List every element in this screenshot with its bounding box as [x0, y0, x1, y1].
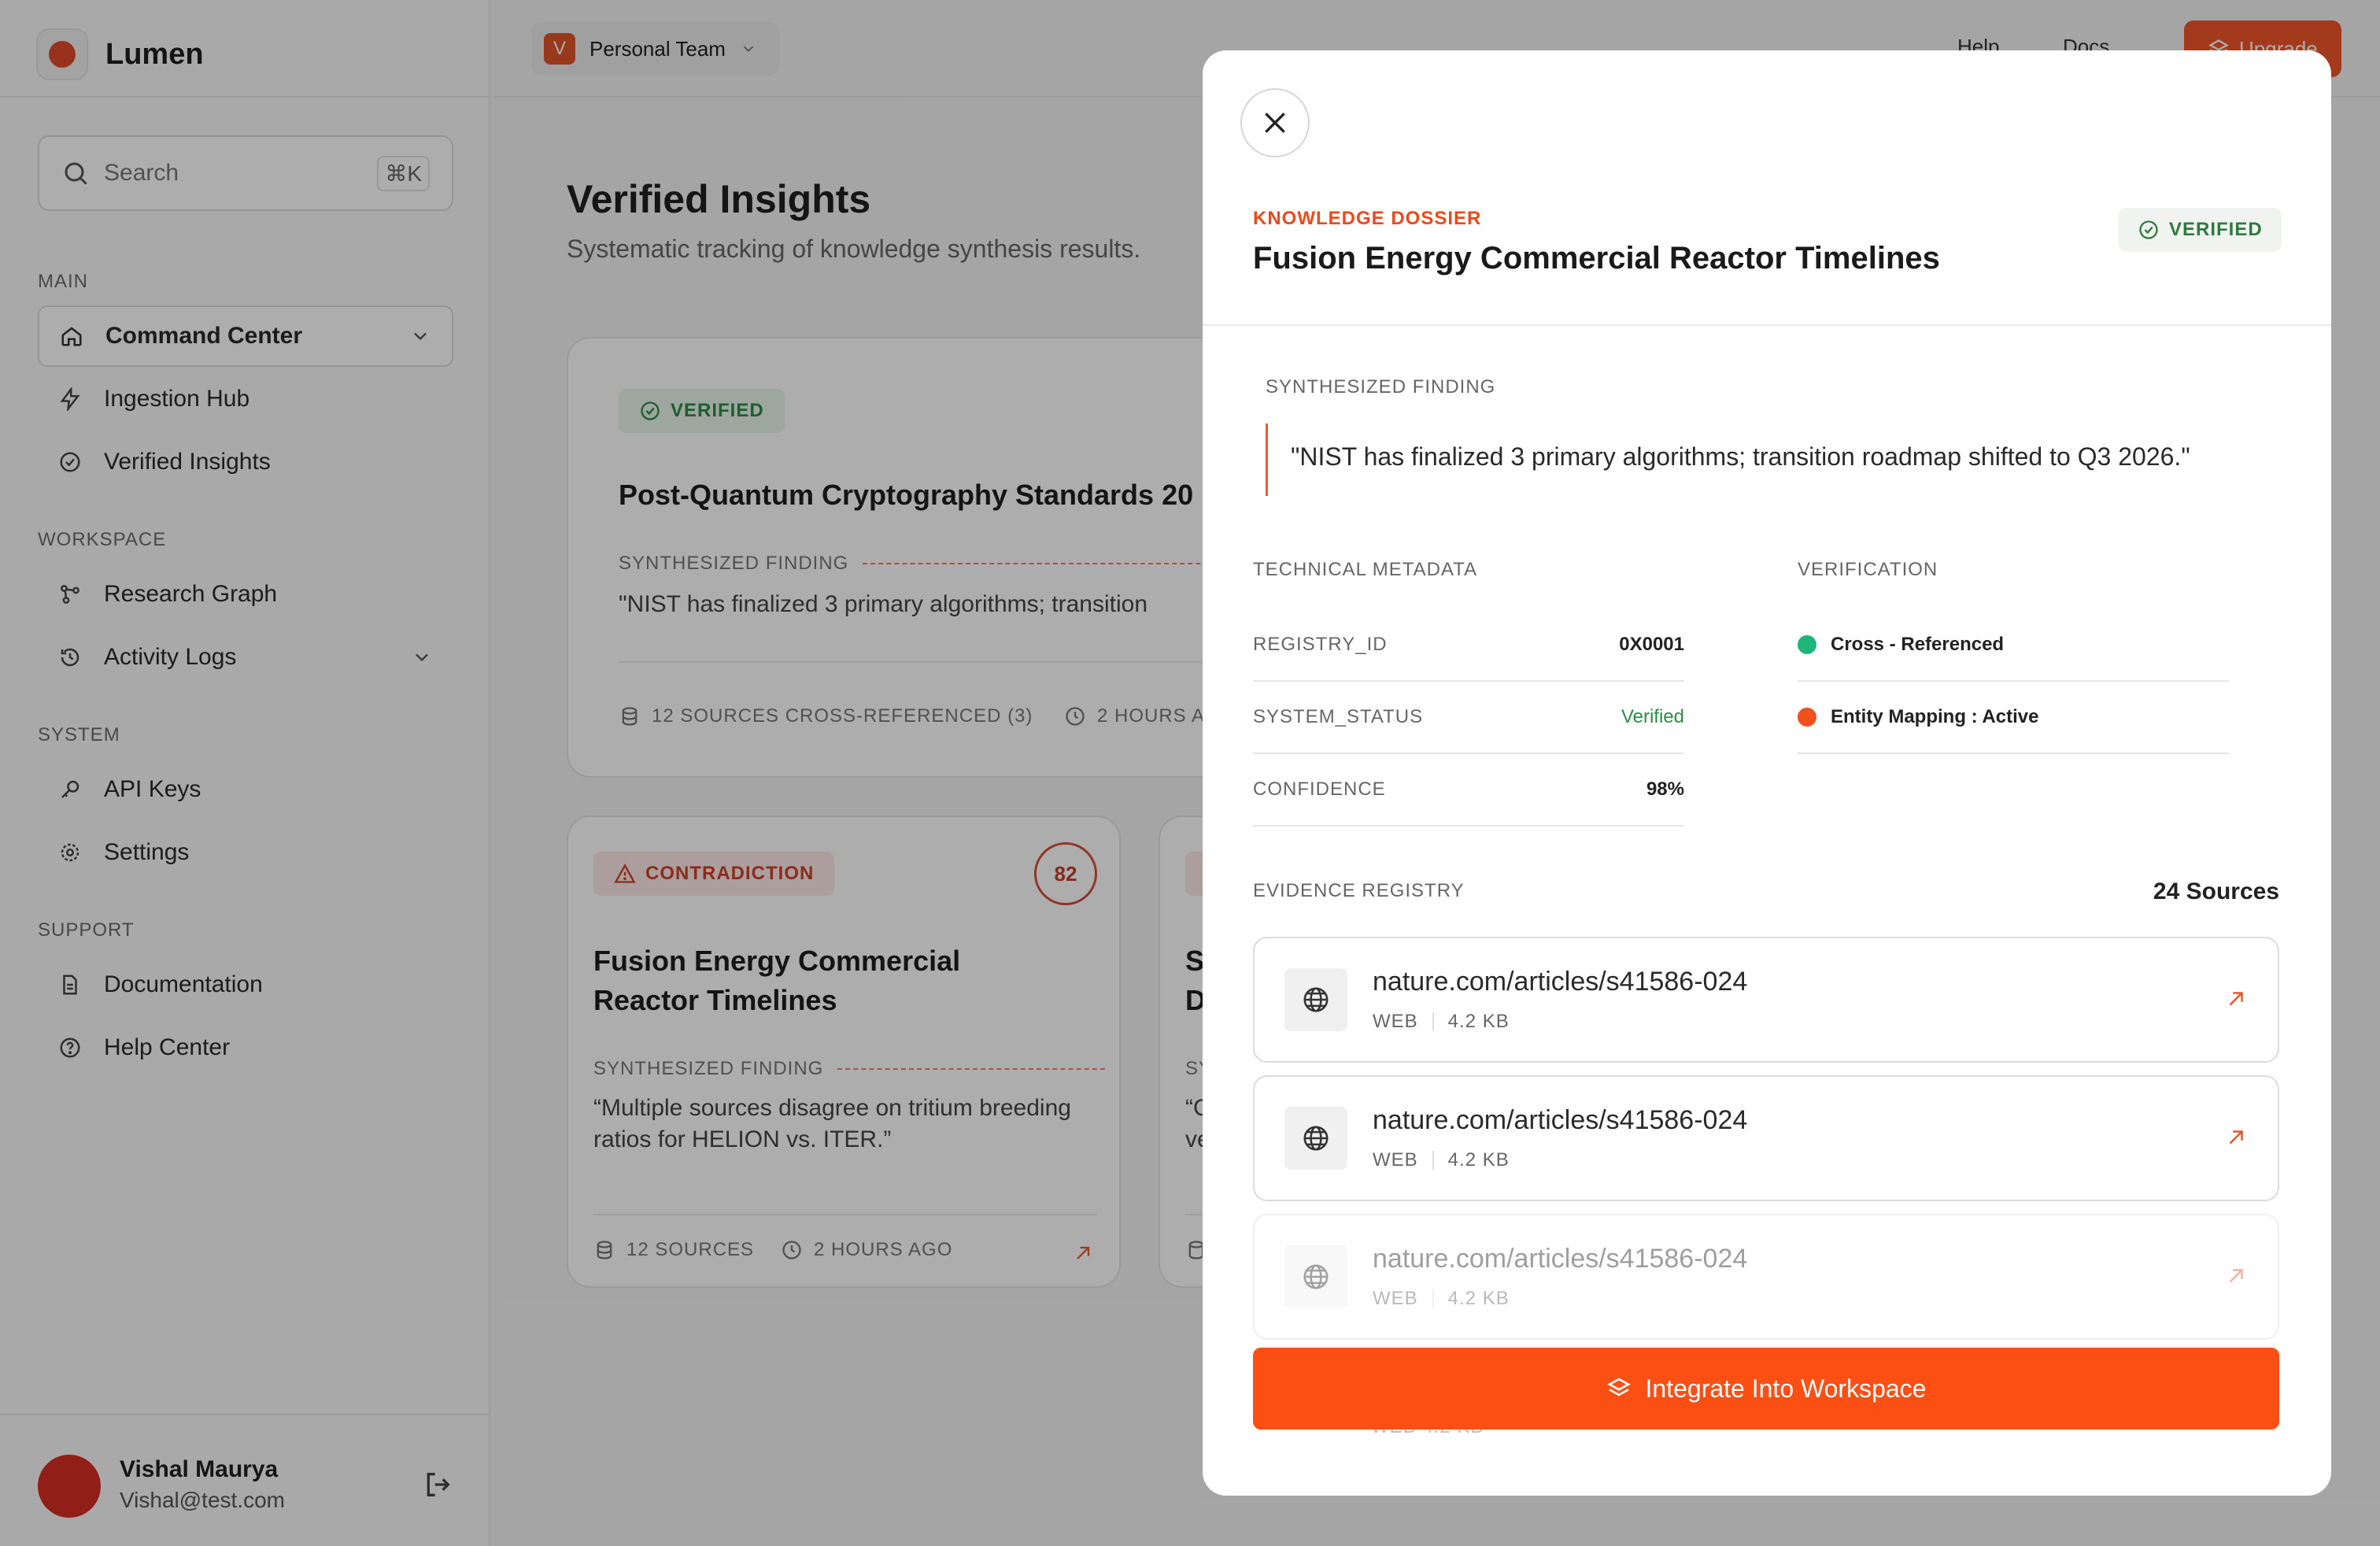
- globe-icon: [1284, 1245, 1347, 1308]
- dossier-modal: KNOWLEDGE DOSSIER Fusion Energy Commerci…: [1203, 50, 2331, 1496]
- finding-label: SYNTHESIZED FINDING: [1266, 376, 1496, 398]
- external-link-icon[interactable]: [2224, 987, 2248, 1011]
- evidence-meta: WEB 4.2 KB: [1373, 1149, 1510, 1171]
- modal-title: Fusion Energy Commercial Reactor Timelin…: [1253, 241, 1940, 276]
- globe-icon: [1284, 1107, 1347, 1170]
- status-badge: VERIFIED: [2119, 208, 2282, 252]
- technical-metadata-label: TECHNICAL METADATA: [1253, 559, 1478, 580]
- globe-icon: [1284, 968, 1347, 1031]
- external-link-icon[interactable]: [2224, 1126, 2248, 1149]
- metadata-row-registry-id: REGISTRY_ID 0X0001: [1253, 609, 1684, 682]
- quote-accent: [1266, 423, 1268, 496]
- close-icon: [1265, 113, 1285, 133]
- check-circle-icon: [2139, 220, 2158, 239]
- evidence-meta: WEB 4.2 KB: [1373, 1011, 1510, 1032]
- evidence-meta: WEB 4.2 KB: [1373, 1288, 1510, 1309]
- evidence-url: nature.com/articles/s41586-024: [1373, 1105, 1748, 1135]
- verification-label: VERIFICATION: [1798, 559, 1938, 580]
- metadata-row-confidence: CONFIDENCE 98%: [1253, 754, 1684, 827]
- evidence-item[interactable]: nature.com/articles/s41586-024 WEB 4.2 KB: [1253, 1214, 2279, 1340]
- evidence-item[interactable]: nature.com/articles/s41586-024 WEB 4.2 KB: [1253, 1075, 2279, 1201]
- divider: [1203, 324, 2331, 326]
- integrate-label: Integrate Into Workspace: [1645, 1374, 1927, 1403]
- modal-eyebrow: KNOWLEDGE DOSSIER: [1253, 208, 1482, 229]
- external-link-icon[interactable]: [2224, 1264, 2248, 1288]
- close-button[interactable]: [1240, 88, 1310, 157]
- verification-row: Entity Mapping : Active: [1798, 682, 2229, 754]
- status-dot: [1798, 635, 1816, 654]
- evidence-registry-label: EVIDENCE REGISTRY: [1253, 880, 1465, 901]
- integrate-button[interactable]: Integrate Into Workspace: [1253, 1348, 2279, 1429]
- evidence-url: nature.com/articles/s41586-024: [1373, 1244, 1748, 1274]
- evidence-url: nature.com/articles/s41586-024: [1373, 967, 1748, 997]
- layers-icon: [1606, 1378, 1631, 1396]
- verification-row: Cross - Referenced: [1798, 609, 2229, 682]
- finding-quote: "NIST has finalized 3 primary algorithms…: [1291, 442, 2190, 471]
- metadata-row-system-status: SYSTEM_STATUS Verified: [1253, 682, 1684, 754]
- sources-count: 24 Sources: [2153, 878, 2279, 904]
- evidence-item[interactable]: nature.com/articles/s41586-024 WEB 4.2 KB: [1253, 937, 2279, 1063]
- status-dot: [1798, 708, 1816, 727]
